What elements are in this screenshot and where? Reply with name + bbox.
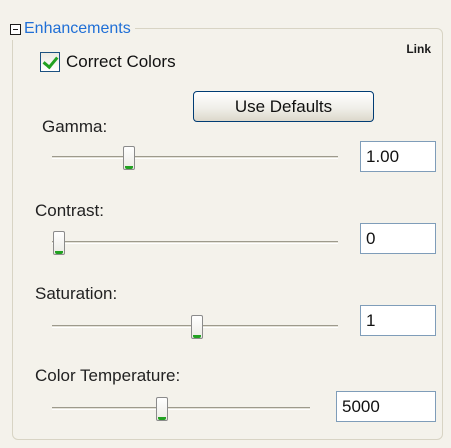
use-defaults-button[interactable]: Use Defaults xyxy=(193,91,374,122)
gamma-slider-thumb[interactable] xyxy=(123,146,135,170)
gamma-value-field[interactable]: 1.00 xyxy=(360,141,436,172)
saturation-label: Saturation: xyxy=(35,284,118,303)
enhancements-panel: Enhancements Link Correct Colors Use Def… xyxy=(0,0,451,448)
correct-colors-label: Correct Colors xyxy=(66,52,176,71)
checkmark-icon xyxy=(42,52,59,70)
contrast-slider-thumb[interactable] xyxy=(53,231,65,255)
correct-colors-row[interactable]: Correct Colors xyxy=(40,52,176,72)
contrast-value-field[interactable]: 0 xyxy=(360,223,436,254)
color-temperature-slider-thumb[interactable] xyxy=(156,397,168,421)
color-temperature-label: Color Temperature: xyxy=(35,366,181,385)
section-title: Enhancements xyxy=(24,20,131,37)
gamma-slider-track[interactable] xyxy=(52,156,338,159)
correct-colors-checkbox[interactable] xyxy=(40,52,60,72)
color-temperature-value-field[interactable]: 5000 xyxy=(336,391,436,422)
collapse-minus-icon[interactable] xyxy=(10,23,21,35)
saturation-value-field[interactable]: 1 xyxy=(360,305,436,336)
contrast-slider-track[interactable] xyxy=(52,241,338,244)
contrast-label: Contrast: xyxy=(35,201,104,220)
color-temperature-slider-track[interactable] xyxy=(52,407,310,410)
enhancements-header[interactable]: Enhancements xyxy=(10,18,135,40)
saturation-slider-thumb[interactable] xyxy=(191,315,203,339)
gamma-label: Gamma: xyxy=(42,117,108,136)
link-label: Link xyxy=(406,42,431,56)
